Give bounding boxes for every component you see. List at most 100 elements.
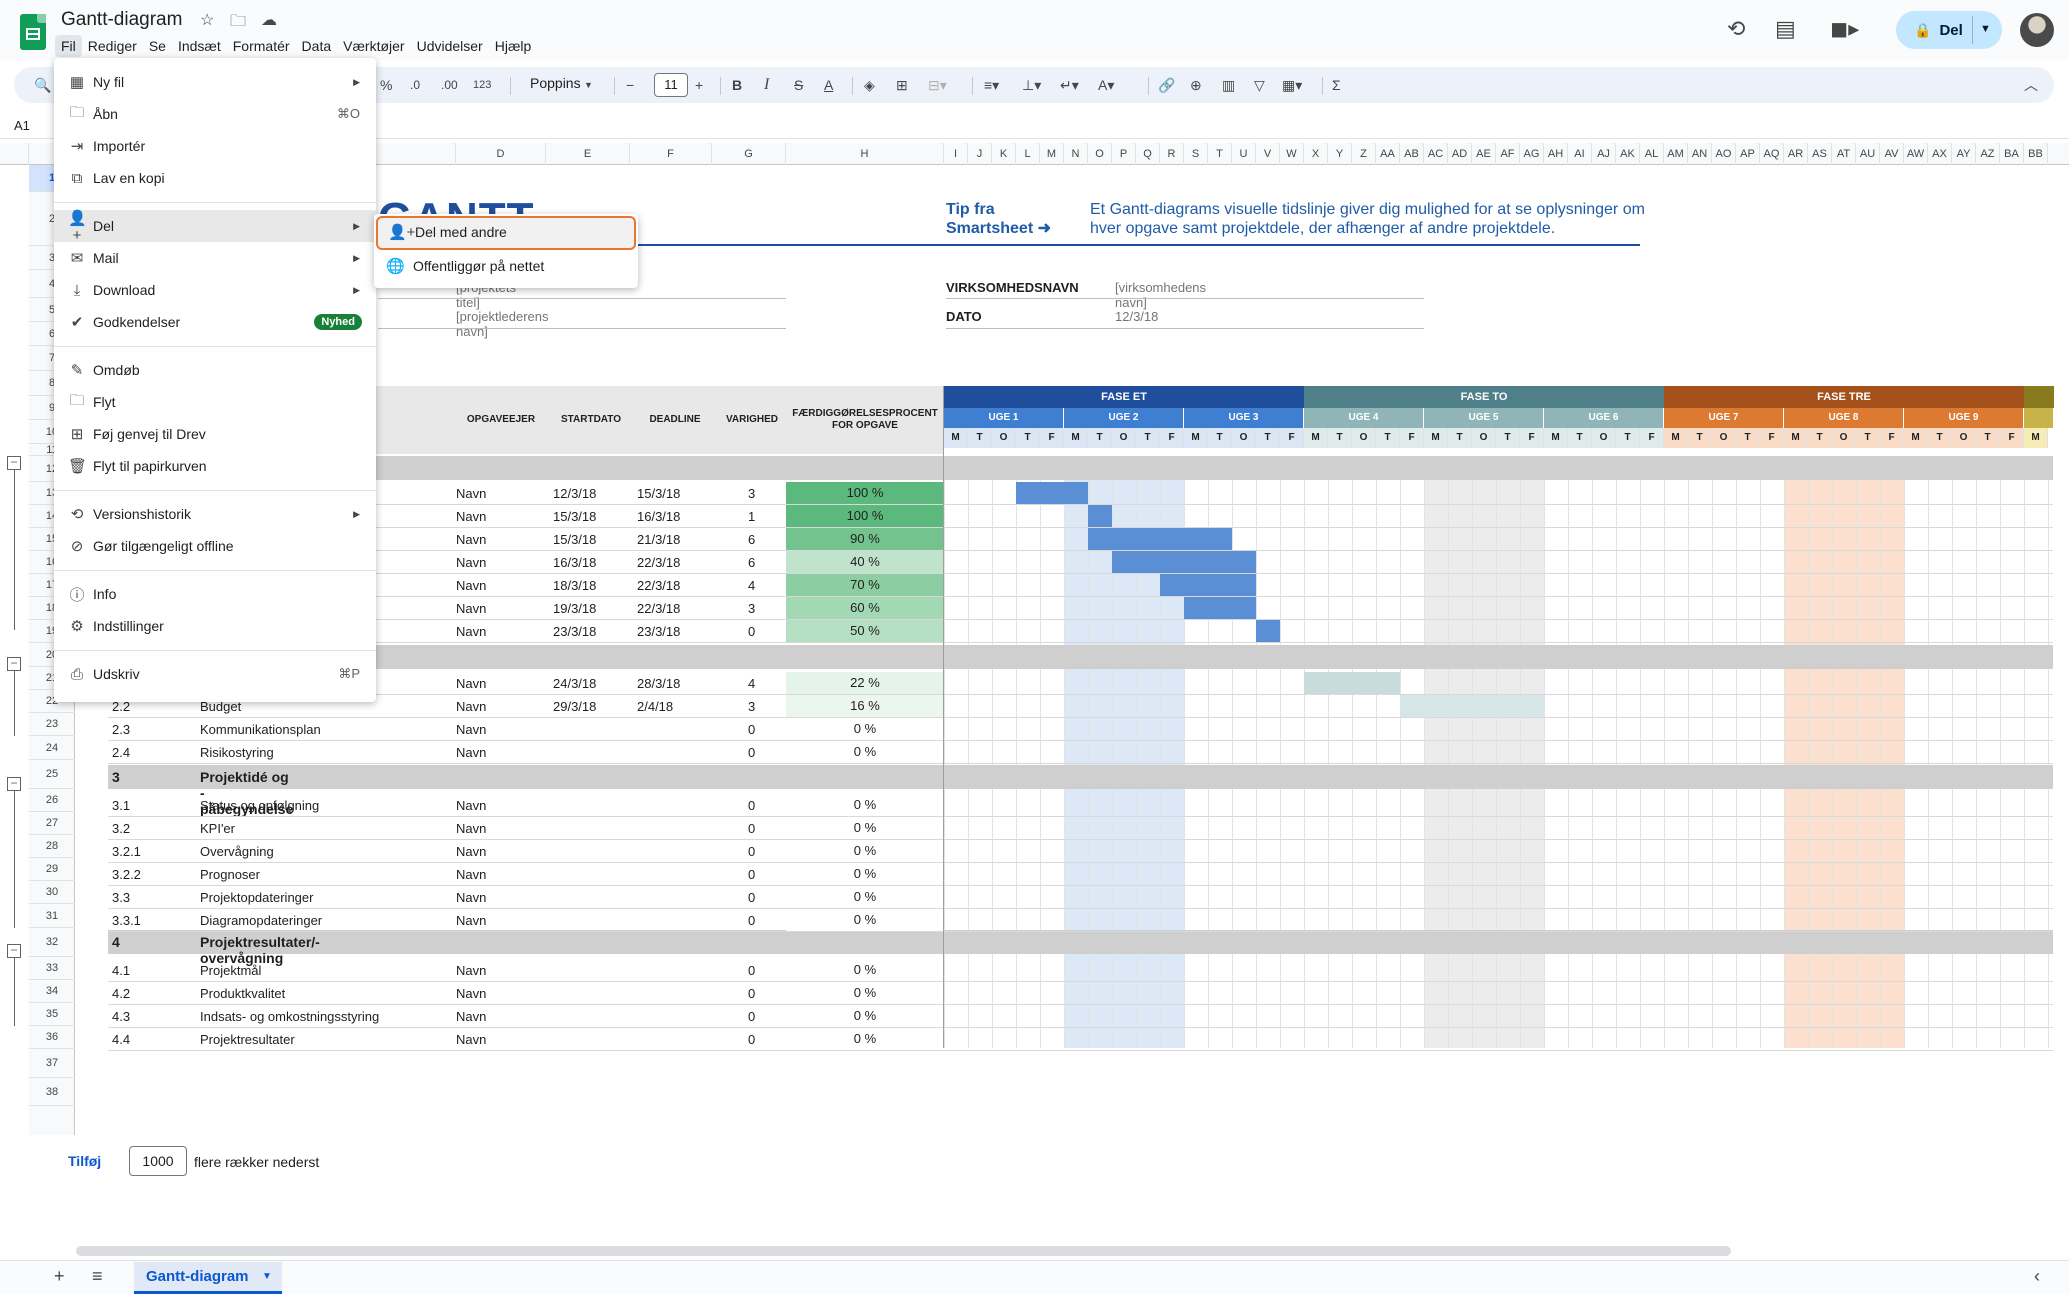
- text-rotation-icon[interactable]: A▾: [1098, 75, 1114, 95]
- column-header-cell[interactable]: R: [1160, 143, 1184, 165]
- task-duration[interactable]: 4: [748, 676, 755, 691]
- comments-icon[interactable]: ▤: [1775, 16, 1796, 42]
- row-header-cell[interactable]: 37: [29, 1049, 75, 1078]
- column-header-cell[interactable]: S: [1184, 143, 1208, 165]
- column-header-cell[interactable]: AG: [1520, 143, 1544, 165]
- column-header-cell[interactable]: G: [712, 143, 786, 165]
- menu-1[interactable]: Rediger: [82, 35, 143, 57]
- menu-7[interactable]: Udvidelser: [411, 35, 489, 57]
- collapse-toolbar-icon[interactable]: ︿: [2024, 75, 2038, 95]
- corner-cell[interactable]: [0, 143, 29, 165]
- gantt-bar[interactable]: [1184, 597, 1256, 619]
- task-completion[interactable]: 16 %: [786, 695, 944, 717]
- task-start[interactable]: 24/3/18: [553, 676, 596, 691]
- column-header-cell[interactable]: AP: [1736, 143, 1760, 165]
- font-size-increase-button[interactable]: +: [695, 75, 703, 95]
- task-completion[interactable]: 100 %: [786, 482, 944, 504]
- task-duration[interactable]: 0: [748, 890, 755, 905]
- column-header-cell[interactable]: K: [992, 143, 1016, 165]
- file-menu-item[interactable]: ⓘ Info: [54, 578, 376, 610]
- meet-video-icon[interactable]: ◼▸: [1830, 16, 1859, 42]
- italic-button[interactable]: I: [764, 75, 769, 95]
- column-header-cell[interactable]: AW: [1904, 143, 1928, 165]
- task-owner[interactable]: Navn: [456, 578, 486, 593]
- task-start[interactable]: 12/3/18: [553, 486, 596, 501]
- task-completion[interactable]: 0 %: [786, 909, 944, 931]
- share-menu-item[interactable]: 🌐 Offentliggør på nettet: [374, 250, 638, 282]
- task-deadline[interactable]: 16/3/18: [637, 509, 680, 524]
- column-header-cell[interactable]: AA: [1376, 143, 1400, 165]
- row-header-cell[interactable]: 31: [29, 904, 75, 928]
- task-owner[interactable]: Navn: [456, 963, 486, 978]
- task-duration[interactable]: 6: [748, 555, 755, 570]
- gantt-bar[interactable]: [1160, 574, 1256, 596]
- task-owner[interactable]: Navn: [456, 624, 486, 639]
- gantt-bar[interactable]: [1088, 528, 1232, 550]
- column-header-cell[interactable]: M: [1040, 143, 1064, 165]
- row-header-cell[interactable]: 29: [29, 858, 75, 881]
- task-deadline[interactable]: 22/3/18: [637, 601, 680, 616]
- task-start[interactable]: 15/3/18: [553, 509, 596, 524]
- add-sheet-icon[interactable]: +: [54, 1266, 65, 1287]
- column-header-cell[interactable]: E: [546, 143, 630, 165]
- row-header-cell[interactable]: 27: [29, 812, 75, 835]
- task-owner[interactable]: Navn: [456, 1009, 486, 1024]
- file-menu-item[interactable]: ⧉ Lav en kopi: [54, 162, 376, 194]
- horizontal-scrollbar[interactable]: [76, 1246, 1731, 1256]
- row-header-cell[interactable]: 25: [29, 760, 75, 789]
- star-icon[interactable]: ☆: [200, 10, 214, 30]
- column-header-cell[interactable]: Z: [1352, 143, 1376, 165]
- task-owner[interactable]: Navn: [456, 699, 486, 714]
- text-wrap-icon[interactable]: ↵▾: [1060, 75, 1079, 95]
- row-header-cell[interactable]: 36: [29, 1026, 75, 1049]
- task-completion[interactable]: 100 %: [786, 505, 944, 527]
- task-duration[interactable]: 0: [748, 986, 755, 1001]
- move-folder-icon[interactable]: 🗀: [230, 10, 246, 37]
- share-menu-item[interactable]: 👤+ Del med andre: [376, 216, 636, 250]
- task-owner[interactable]: Navn: [456, 555, 486, 570]
- task-deadline[interactable]: 28/3/18: [637, 676, 680, 691]
- task-duration[interactable]: 0: [748, 821, 755, 836]
- task-duration[interactable]: 3: [748, 601, 755, 616]
- task-owner[interactable]: Navn: [456, 821, 486, 836]
- file-menu-item[interactable]: 🗀 Åbn ⌘O: [54, 98, 376, 130]
- sheet-tab-dropdown-icon[interactable]: ▼: [262, 1262, 272, 1292]
- column-header-cell[interactable]: BB: [2024, 143, 2048, 165]
- task-deadline[interactable]: 23/3/18: [637, 624, 680, 639]
- font-size-input[interactable]: 11: [654, 73, 688, 97]
- sheet-tab-gantt[interactable]: Gantt-diagram ▼: [134, 1262, 282, 1294]
- task-owner[interactable]: Navn: [456, 1032, 486, 1047]
- file-menu-item[interactable]: ⚙ Indstillinger: [54, 610, 376, 642]
- file-menu-item[interactable]: ✉ Mail ▶: [54, 242, 376, 274]
- explore-collapse-icon[interactable]: ‹: [2034, 1266, 2040, 1287]
- column-header-cell[interactable]: AU: [1856, 143, 1880, 165]
- gantt-bar[interactable]: [1304, 672, 1400, 694]
- task-completion[interactable]: 0 %: [786, 718, 944, 740]
- collapse-group-button[interactable]: −: [7, 657, 21, 671]
- font-select[interactable]: Poppins: [530, 75, 581, 91]
- column-header-cell[interactable]: AM: [1664, 143, 1688, 165]
- task-deadline[interactable]: 22/3/18: [637, 555, 680, 570]
- menu-8[interactable]: Hjælp: [489, 35, 538, 57]
- task-duration[interactable]: 0: [748, 867, 755, 882]
- insert-comment-icon[interactable]: ⊕: [1190, 75, 1202, 95]
- task-duration[interactable]: 0: [748, 844, 755, 859]
- gantt-bar[interactable]: [1112, 551, 1256, 573]
- search-menus-icon[interactable]: 🔍: [34, 75, 51, 95]
- row-header-cell[interactable]: 30: [29, 881, 75, 904]
- gantt-bar[interactable]: [1400, 695, 1544, 717]
- borders-icon[interactable]: ⊞: [896, 75, 908, 95]
- column-header-cell[interactable]: I: [944, 143, 968, 165]
- column-header-cell[interactable]: N: [1064, 143, 1088, 165]
- task-duration[interactable]: 0: [748, 1032, 755, 1047]
- menu-0[interactable]: Fil: [55, 35, 82, 57]
- merge-cells-icon[interactable]: ⊟▾: [928, 75, 947, 95]
- column-header-cell[interactable]: AC: [1424, 143, 1448, 165]
- task-start[interactable]: 18/3/18: [553, 578, 596, 593]
- task-completion[interactable]: 22 %: [786, 672, 944, 694]
- menu-2[interactable]: Se: [143, 35, 172, 57]
- task-completion[interactable]: 50 %: [786, 620, 944, 642]
- filter-icon[interactable]: ▽: [1254, 75, 1265, 95]
- column-header-cell[interactable]: AF: [1496, 143, 1520, 165]
- task-duration[interactable]: 0: [748, 722, 755, 737]
